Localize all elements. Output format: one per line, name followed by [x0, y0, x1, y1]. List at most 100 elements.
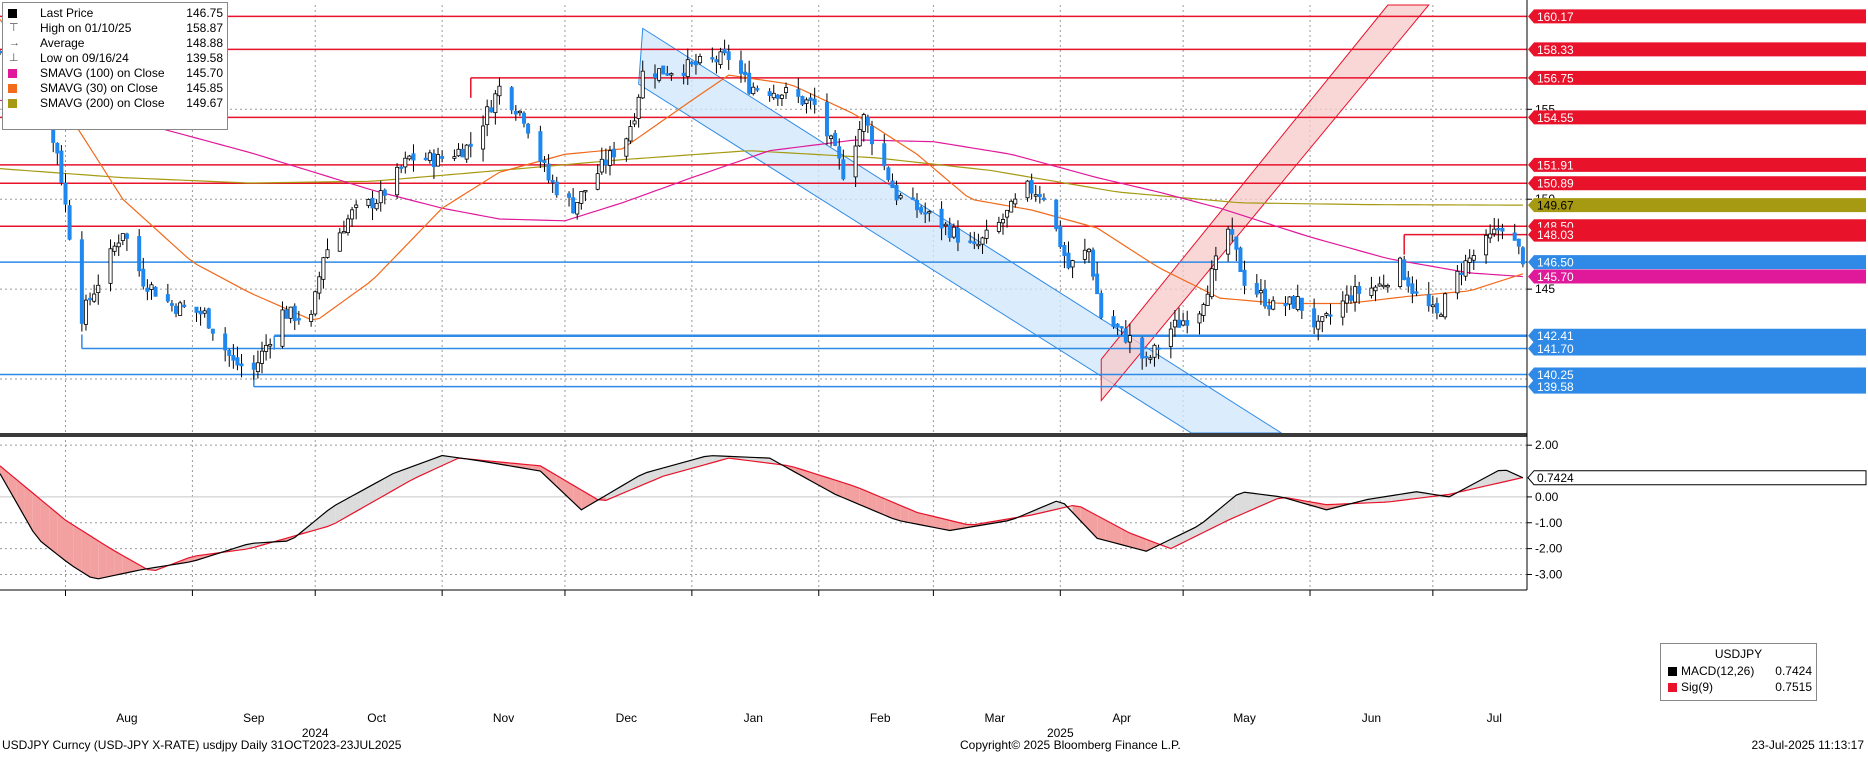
macd-legend-value: 0.7424 — [1775, 664, 1812, 678]
candle-up — [861, 114, 866, 132]
candle-up — [1369, 287, 1374, 296]
candle-up — [317, 276, 322, 294]
candle-down — [841, 159, 846, 180]
macd-fill-negative — [589, 494, 598, 505]
legend-value: 139.58 — [186, 51, 223, 65]
macd-legend-value: 0.7515 — [1775, 680, 1812, 694]
candle-down — [1054, 199, 1059, 230]
signal-swatch — [1668, 683, 1677, 692]
candle-up — [984, 229, 989, 239]
price-tag-label: 148.03 — [1537, 228, 1574, 242]
candle-down — [1119, 326, 1124, 329]
month-label: Nov — [493, 711, 514, 725]
candle-down — [812, 98, 817, 105]
candle-down — [915, 199, 920, 211]
month-label: Oct — [367, 711, 386, 725]
legend-value: 145.70 — [186, 66, 223, 80]
candle-down — [796, 89, 801, 97]
candle-up — [804, 99, 809, 104]
candle-down — [182, 304, 187, 308]
candle-up — [313, 291, 318, 315]
candle-down — [59, 150, 64, 183]
candle-down — [1262, 288, 1267, 307]
candle-down — [747, 72, 752, 94]
footer-timestamp: 23-Jul-2025 11:13:17 — [1751, 738, 1864, 752]
macd-fill-negative — [49, 506, 58, 555]
candle-up — [92, 293, 97, 302]
candle-down — [231, 355, 236, 361]
price-tag-label: 150.89 — [1537, 177, 1574, 191]
candle-down — [460, 148, 465, 158]
candle-up — [464, 144, 469, 160]
price-tag-background — [1528, 367, 1866, 382]
candle-up — [1492, 228, 1497, 235]
candle-up — [108, 248, 113, 284]
candle-down — [1283, 303, 1288, 307]
candle-down — [198, 310, 203, 315]
legend-label: Low on 09/16/24 — [40, 51, 129, 65]
legend-row-low: ⊥ Low on 09/16/24 139.58 — [7, 51, 223, 66]
month-label: Jan — [744, 711, 763, 725]
candle-up — [1324, 313, 1329, 316]
candle-down — [1062, 245, 1067, 257]
price-tag-background — [1528, 255, 1866, 270]
candle-up — [378, 190, 383, 204]
candle-up — [120, 233, 125, 241]
macd-fill-negative — [57, 513, 66, 561]
candle-down — [1328, 314, 1333, 317]
candle-down — [235, 357, 240, 366]
candle-up — [1000, 219, 1005, 224]
candle-down — [1410, 283, 1415, 294]
candle-down — [79, 239, 84, 324]
candle-down — [808, 97, 813, 101]
candle-up — [345, 218, 350, 234]
candle-down — [1029, 180, 1034, 194]
sma100-swatch — [8, 69, 17, 78]
price-tag-background — [1528, 9, 1866, 24]
candle-down — [1299, 297, 1304, 311]
candle-down — [141, 268, 146, 287]
candle-down — [661, 65, 666, 75]
high-marker-icon: ⊤ — [9, 22, 19, 34]
price-tag-background — [1528, 227, 1866, 242]
candle-up — [456, 148, 461, 157]
legend-label: SMAVG (200) on Close — [40, 96, 165, 110]
candle-up — [1463, 260, 1468, 277]
candle-up — [1471, 255, 1476, 261]
candle-up — [607, 150, 612, 166]
candle-up — [898, 195, 903, 199]
candle-down — [869, 125, 874, 145]
candle-up — [255, 362, 260, 373]
candle-up — [943, 223, 948, 227]
candle-up — [83, 299, 88, 325]
price-tag-label: 160.17 — [1537, 10, 1574, 24]
candle-up — [698, 56, 703, 64]
descending-channel — [638, 27, 1284, 434]
candle-up — [1271, 300, 1276, 310]
low-marker-icon: ⊥ — [9, 52, 19, 64]
candle-up — [337, 232, 342, 252]
candle-down — [603, 159, 608, 166]
candle-up — [1009, 200, 1014, 213]
candle-up — [1152, 344, 1157, 358]
candle-down — [239, 363, 244, 367]
candle-up — [497, 85, 502, 97]
candle-down — [1156, 347, 1161, 350]
month-label: Jun — [1362, 711, 1381, 725]
candle-up — [779, 94, 784, 99]
candle-down — [1414, 291, 1419, 294]
candle-up — [1488, 233, 1493, 239]
candle-down — [886, 167, 891, 181]
candle-up — [264, 344, 269, 352]
candle-down — [800, 96, 805, 105]
candle-down — [1099, 293, 1104, 318]
candle-up — [116, 242, 121, 248]
price-tag: 154.55 — [1528, 110, 1866, 125]
macd-fill-negative — [8, 472, 17, 503]
candle-up — [325, 249, 330, 258]
candle-down — [1426, 294, 1431, 307]
candle-down — [865, 116, 870, 126]
candle-down — [423, 157, 428, 161]
price-tags: 160.17 158.33 156.75 154.55 151.91 150.89 149.… — [1527, 9, 1867, 486]
candle-down — [972, 241, 977, 245]
